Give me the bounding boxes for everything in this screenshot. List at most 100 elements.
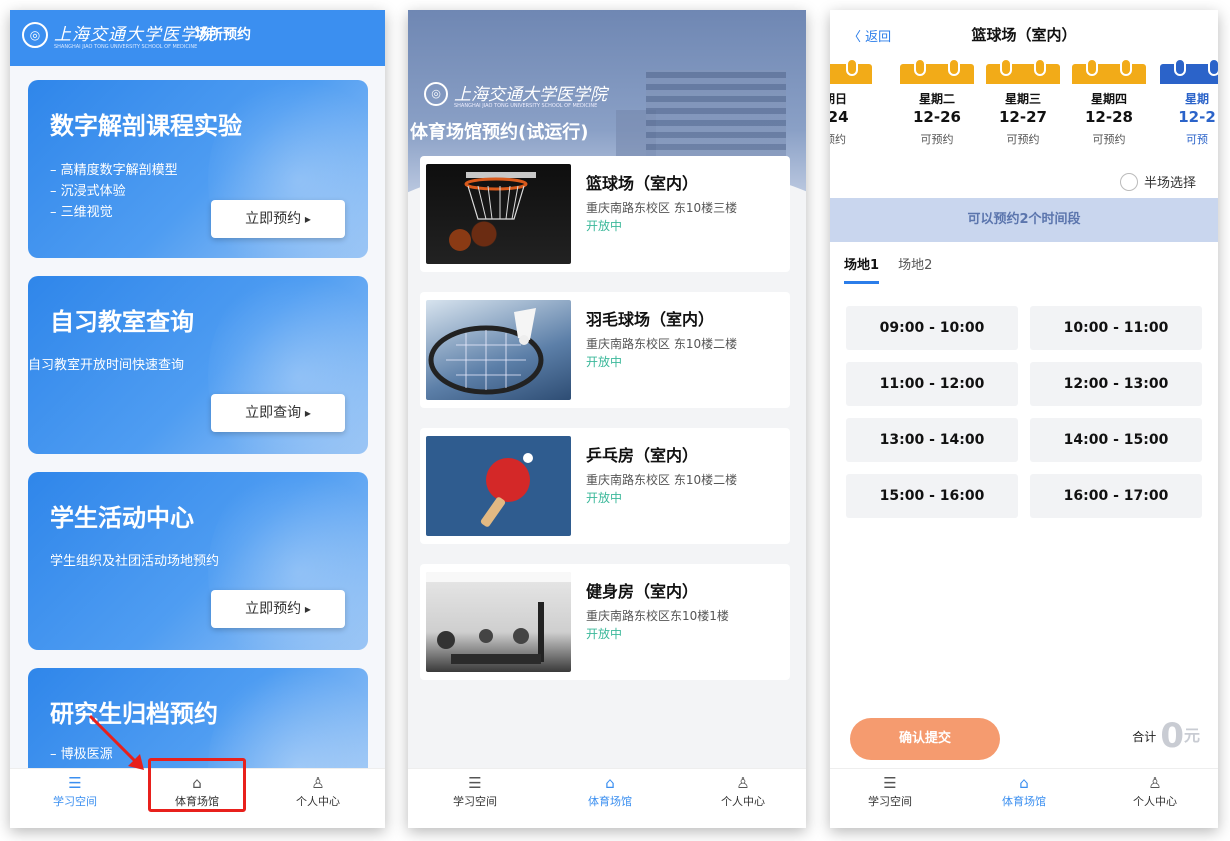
date-weekday: 星期四: [1090, 92, 1127, 106]
study-space-icon: ☰: [68, 774, 82, 792]
bullet-item: 三维视觉: [50, 202, 178, 223]
tab-field-1[interactable]: 场地1: [844, 254, 880, 284]
tab-profile[interactable]: ♙ 个人中心: [268, 775, 368, 809]
time-slot[interactable]: 14:00 - 15:00: [1030, 418, 1202, 462]
book-now-button[interactable]: 立即预约: [211, 590, 345, 628]
date-day: -24: [830, 108, 849, 126]
phone-home: ◎ 上海交通大学医学院 SHANGHAI JIAO TONG UNIVERSIT…: [10, 10, 385, 828]
basketball-image: [426, 164, 571, 264]
back-button[interactable]: 〈 返回: [848, 26, 891, 45]
card-bullets: 博极医源: [50, 744, 113, 765]
date-status: 可预: [1186, 133, 1208, 146]
university-emblem-icon: ◎: [22, 22, 48, 48]
half-court-label: 半场选择: [1143, 176, 1196, 191]
calendar-icon: [1072, 58, 1146, 84]
university-logo: 上海交通大学医学院: [54, 25, 216, 45]
date-day: 12-26: [913, 108, 961, 126]
bullet-item: 博极医源: [50, 744, 113, 765]
tab-bar: ☰ 学习空间 ⌂ 体育场馆 ♙ 个人中心: [408, 768, 806, 828]
bullet-item: 高精度数字解剖模型: [50, 160, 178, 181]
date-item[interactable]: 星期三 12-27 可预约: [986, 58, 1060, 150]
venue-status: 开放中: [586, 627, 623, 641]
tab-profile[interactable]: ♙ 个人中心: [693, 775, 793, 809]
study-space-icon: ☰: [883, 774, 897, 792]
venue-address: 重庆南路东校区 东10楼二楼: [586, 337, 738, 351]
card-title: 自习教室查询: [50, 308, 194, 336]
date-item[interactable]: 星期四 12-28 可预约: [1072, 58, 1146, 150]
card-digital-anatomy[interactable]: 数字解剖课程实验 高精度数字解剖模型 沉浸式体验 三维视觉 立即预约: [28, 80, 368, 258]
submit-button[interactable]: 确认提交: [850, 718, 1000, 760]
tab-profile[interactable]: ♙ 个人中心: [1105, 775, 1205, 809]
card-activity-center[interactable]: 学生活动中心 学生组织及社团活动场地预约 立即预约: [28, 472, 368, 650]
calendar-icon: [1160, 58, 1218, 84]
card-title: 数字解剖课程实验: [50, 112, 242, 140]
tab-sports-venue[interactable]: ⌂ 体育场馆: [560, 775, 660, 809]
date-weekday: 期日: [830, 92, 847, 106]
page-title: 场所预约: [195, 27, 251, 43]
tab-field-2[interactable]: 场地2: [898, 254, 932, 281]
venue-address: 重庆南路东校区 东10楼三楼: [586, 201, 738, 215]
card-title: 学生活动中心: [50, 504, 194, 532]
venue-name: 篮球场（室内）: [586, 174, 699, 193]
user-icon: ♙: [1148, 774, 1162, 792]
venue-card-pingpong[interactable]: 乒乓房（室内） 重庆南路东校区 东10楼二楼 开放中: [420, 428, 790, 544]
venue-card-badminton[interactable]: 羽毛球场（室内） 重庆南路东校区 东10楼二楼 开放中: [420, 292, 790, 408]
tab-study-space[interactable]: ☰ 学习空间: [25, 775, 125, 809]
card-title: 研究生归档预约: [50, 700, 218, 728]
book-now-button[interactable]: 立即预约: [211, 200, 345, 238]
venue-name: 乒乓房（室内）: [586, 446, 699, 465]
card-subtitle: 自习教室开放时间快速查询: [28, 358, 185, 373]
tab-sports-venue[interactable]: ⌂ 体育场馆: [974, 775, 1074, 809]
university-logo-sub: SHANGHAI JIAO TONG UNIVERSITY SCHOOL OF …: [54, 44, 198, 50]
pingpong-image: [426, 436, 571, 536]
date-item[interactable]: 星期二 12-26 可预约: [900, 58, 974, 150]
calendar-icon: [986, 58, 1060, 84]
bullet-item: 沉浸式体验: [50, 181, 178, 202]
venue-card-basketball[interactable]: 篮球场（室内） 重庆南路东校区 东10楼三楼 开放中: [420, 156, 790, 272]
highlight-box: [148, 758, 246, 812]
venue-name: 羽毛球场（室内）: [586, 310, 715, 329]
card-subtitle: 学生组织及社团活动场地预约: [50, 554, 220, 569]
tab-bar: ☰ 学习空间 ⌂ 体育场馆 ♙ 个人中心: [830, 768, 1218, 828]
stadium-icon: ⌂: [1019, 774, 1029, 792]
total-unit: 元: [1183, 726, 1200, 745]
phone-venues: ◎ 上海交通大学医学院 SHANGHAI JIAO TONG UNIVERSIT…: [408, 10, 806, 828]
date-status: 可预约: [920, 133, 954, 146]
study-space-icon: ☰: [468, 774, 482, 792]
total-label: 合计: [1132, 730, 1157, 744]
time-slot[interactable]: 15:00 - 16:00: [846, 474, 1018, 518]
phone-booking: 篮球场（室内） 〈 返回 期日 -24 预约 星期二 12-26 可预约 星期三…: [830, 10, 1218, 828]
date-status: 可预约: [1092, 133, 1126, 146]
stadium-icon: ⌂: [605, 774, 615, 792]
tab-study-space[interactable]: ☰ 学习空间: [425, 775, 525, 809]
date-day: 12-27: [999, 108, 1047, 126]
home-header: ◎ 上海交通大学医学院 SHANGHAI JIAO TONG UNIVERSIT…: [10, 10, 385, 66]
time-slot[interactable]: 12:00 - 13:00: [1030, 362, 1202, 406]
booking-limit-notice: 可以预约2个时间段: [830, 198, 1218, 242]
total-price: 合计 0元: [1132, 716, 1200, 756]
venue-status: 开放中: [586, 219, 623, 233]
card-study-room[interactable]: 自习教室查询 自习教室开放时间快速查询 立即查询: [28, 276, 368, 454]
venue-card-gym[interactable]: 健身房（室内） 重庆南路东校区东10楼1楼 开放中: [420, 564, 790, 680]
time-slot[interactable]: 10:00 - 11:00: [1030, 306, 1202, 350]
query-now-button[interactable]: 立即查询: [211, 394, 345, 432]
date-item-selected[interactable]: 星期 12-2 可预: [1160, 58, 1218, 150]
card-bullets: 高精度数字解剖模型 沉浸式体验 三维视觉: [50, 160, 178, 223]
hero-title: 体育场馆预约(试运行): [410, 122, 589, 143]
date-status: 可预约: [1006, 133, 1040, 146]
radio-icon[interactable]: [1119, 173, 1138, 191]
date-day: 12-2: [1178, 108, 1216, 126]
half-court-toggle[interactable]: 半场选择: [1119, 172, 1196, 191]
field-tabs: 场地1 场地2: [844, 254, 946, 284]
date-weekday: 星期二: [918, 92, 955, 106]
time-slot[interactable]: 11:00 - 12:00: [846, 362, 1018, 406]
date-item[interactable]: 期日 -24 预约: [830, 58, 872, 150]
time-slot[interactable]: 09:00 - 10:00: [846, 306, 1018, 350]
time-slot[interactable]: 13:00 - 14:00: [846, 418, 1018, 462]
tab-study-space[interactable]: ☰ 学习空间: [840, 775, 940, 809]
venue-status: 开放中: [586, 355, 623, 369]
nav-bar: 篮球场（室内） 〈 返回: [830, 10, 1218, 56]
venue-address: 重庆南路东校区 东10楼二楼: [586, 473, 738, 487]
time-slot[interactable]: 16:00 - 17:00: [1030, 474, 1202, 518]
gym-image: [426, 572, 571, 672]
